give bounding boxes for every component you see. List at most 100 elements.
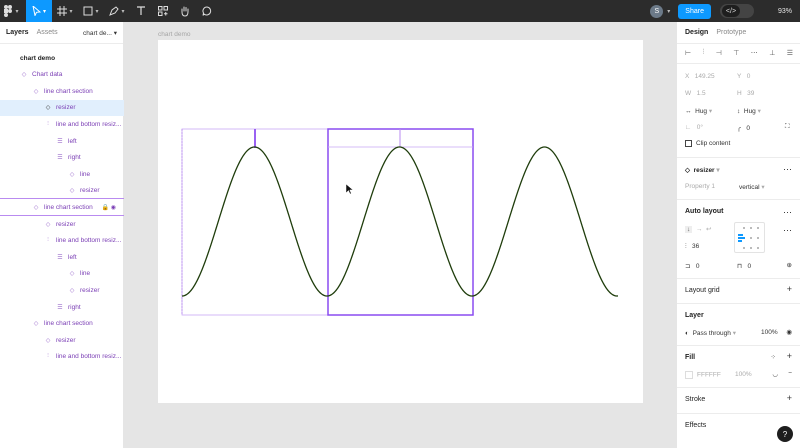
- layer-row[interactable]: ◇ resizer: [0, 183, 124, 199]
- page-selector[interactable]: chart de... ▾: [83, 29, 117, 37]
- zoom-level[interactable]: 93%: [778, 8, 792, 15]
- comment-tool-icon[interactable]: [196, 0, 218, 22]
- independent-corners-icon[interactable]: ⛶: [785, 123, 790, 131]
- text-tool-icon[interactable]: [130, 0, 152, 22]
- padding-vertical-value: 0: [747, 263, 752, 270]
- tab-prototype[interactable]: Prototype: [716, 29, 746, 36]
- fill-opacity[interactable]: 100%: [735, 371, 752, 378]
- frame-label[interactable]: chart demo: [158, 31, 191, 38]
- width-mode-select[interactable]: ↔ Hug ▾: [685, 107, 712, 115]
- layer-row[interactable]: chart demo: [0, 50, 124, 66]
- component-header[interactable]: ◇ resizer ▾: [685, 166, 720, 174]
- direction-vertical-icon[interactable]: ↓: [685, 226, 693, 233]
- padding-vertical-icon: ⊓: [737, 263, 743, 270]
- layer-row[interactable]: ◇ line: [0, 266, 124, 282]
- add-fill-icon[interactable]: +: [787, 351, 792, 361]
- layer-row[interactable]: ☰ right: [0, 299, 124, 315]
- layer-lock-visibility-icons[interactable]: 🔒 ◉: [102, 204, 116, 211]
- divider: [677, 199, 800, 200]
- padding-vertical-field[interactable]: ⊓ 0: [737, 262, 751, 270]
- clip-content-checkbox[interactable]: Clip content: [685, 140, 730, 147]
- user-avatar[interactable]: S: [650, 4, 664, 18]
- main-menu-icon[interactable]: ▾: [0, 0, 22, 22]
- alignment-controls: ⊢ ⫶ ⊣ ⊤ ⋯ ⊥ ☰: [685, 49, 793, 57]
- style-grid-icon[interactable]: ⁘: [771, 353, 776, 361]
- frame-tool-icon[interactable]: ▾: [52, 0, 78, 22]
- layer-row[interactable]: ◇ line chart section: [0, 316, 124, 332]
- layer-row[interactable]: ◇ line: [0, 166, 124, 182]
- layer-row[interactable]: ⫶ line and bottom resiz...: [0, 349, 124, 365]
- rotation-field[interactable]: ∟ 0°: [685, 124, 703, 131]
- blend-icon: ◐: [685, 330, 689, 337]
- align-center-h-icon[interactable]: ⫶: [703, 49, 705, 57]
- direction-horizontal-icon[interactable]: →: [696, 226, 703, 233]
- property-select[interactable]: vertical ▾: [739, 183, 765, 191]
- layer-row[interactable]: ◇ Chart data: [0, 67, 124, 83]
- share-button[interactable]: Share: [678, 3, 711, 19]
- remove-fill-icon[interactable]: −: [788, 370, 792, 377]
- width-resize-icon: ↔: [685, 108, 692, 115]
- autolayout-vertical-icon: ⫶: [47, 353, 49, 360]
- align-bar: [738, 237, 745, 239]
- tab-assets[interactable]: Assets: [37, 29, 58, 36]
- layer-row[interactable]: ◇ resizer: [0, 282, 124, 298]
- blend-mode-select[interactable]: ◐ Pass through ▾: [685, 329, 736, 337]
- dev-mode-toggle[interactable]: </>: [719, 4, 754, 18]
- shape-tool-icon[interactable]: ▾: [78, 0, 104, 22]
- layer-row[interactable]: ◇ resizer: [0, 216, 124, 232]
- eye-icon[interactable]: ◉: [786, 328, 792, 336]
- individual-padding-icon[interactable]: ⊕: [787, 261, 792, 269]
- x-field[interactable]: X 149.25: [685, 73, 715, 80]
- y-field[interactable]: Y 0: [737, 73, 750, 80]
- h-field[interactable]: H 39: [737, 90, 754, 97]
- layout-grid-title: Layout grid: [685, 287, 720, 294]
- layer-label: resizer: [56, 336, 76, 344]
- alignment-grid[interactable]: [734, 222, 765, 253]
- layer-row[interactable]: ☰ right: [0, 150, 124, 166]
- pen-tool-icon[interactable]: ▾: [104, 0, 130, 22]
- more-options-icon[interactable]: ⋯: [783, 164, 792, 175]
- layer-row[interactable]: ☰ left: [0, 133, 124, 149]
- canvas[interactable]: chart demo: [124, 22, 676, 448]
- padding-horizontal-icon: ⊐: [685, 263, 691, 270]
- align-center-v-icon[interactable]: ⋯: [751, 49, 758, 57]
- align-top-icon[interactable]: ⊤: [733, 49, 739, 57]
- layer-row[interactable]: ◇ line chart section 🔒 ◉: [0, 198, 125, 217]
- grid-dot: [750, 227, 752, 229]
- tab-layers[interactable]: Layers: [6, 29, 29, 36]
- padding-horizontal-field[interactable]: ⊐ 0: [685, 262, 700, 270]
- layer-row[interactable]: ☰ left: [0, 249, 124, 265]
- resizer-handle: [254, 129, 256, 148]
- layer-opacity[interactable]: 100%: [761, 329, 778, 336]
- w-field[interactable]: W 1.5: [685, 90, 706, 97]
- chart-artwork: [181, 128, 619, 316]
- align-left-icon[interactable]: ⊢: [685, 49, 691, 57]
- move-tool-icon[interactable]: ▾: [26, 0, 52, 22]
- direction-wrap-icon[interactable]: ↩: [706, 226, 711, 233]
- avatar-caret-icon[interactable]: ▾: [667, 8, 670, 15]
- chart-demo-frame[interactable]: [158, 40, 643, 403]
- add-layout-grid-icon[interactable]: +: [787, 284, 792, 294]
- align-right-icon[interactable]: ⊣: [716, 49, 722, 57]
- align-bottom-icon[interactable]: ⊥: [769, 49, 775, 57]
- fill-color-field[interactable]: FFFFFF: [685, 371, 721, 379]
- hide-fill-icon[interactable]: ◡: [772, 370, 778, 378]
- height-mode-select[interactable]: ↕ Hug ▾: [737, 107, 761, 115]
- layer-row[interactable]: ⫶ line and bottom resiz...: [0, 116, 124, 132]
- distribute-icon[interactable]: ☰: [787, 49, 793, 57]
- auto-layout-settings-icon[interactable]: ⋯: [783, 225, 792, 236]
- add-stroke-icon[interactable]: +: [787, 393, 792, 403]
- layer-row[interactable]: ◇ resizer: [0, 99, 124, 116]
- layer-row[interactable]: ⫶ line and bottom resiz...: [0, 233, 124, 249]
- radius-field[interactable]: ╭ 0: [737, 124, 750, 132]
- fill-swatch[interactable]: [685, 371, 693, 379]
- help-button[interactable]: ?: [777, 426, 793, 442]
- hand-tool-icon[interactable]: [174, 0, 196, 22]
- layer-row[interactable]: ◇ line chart section: [0, 83, 124, 99]
- tab-design[interactable]: Design: [685, 29, 708, 36]
- remove-auto-layout-icon[interactable]: ⋯: [783, 207, 792, 218]
- resources-tool-icon[interactable]: [152, 0, 174, 22]
- property-label: Property 1: [685, 183, 715, 190]
- layer-row[interactable]: ◇ resizer: [0, 332, 124, 348]
- gap-field[interactable]: ⫶ 36: [685, 243, 699, 251]
